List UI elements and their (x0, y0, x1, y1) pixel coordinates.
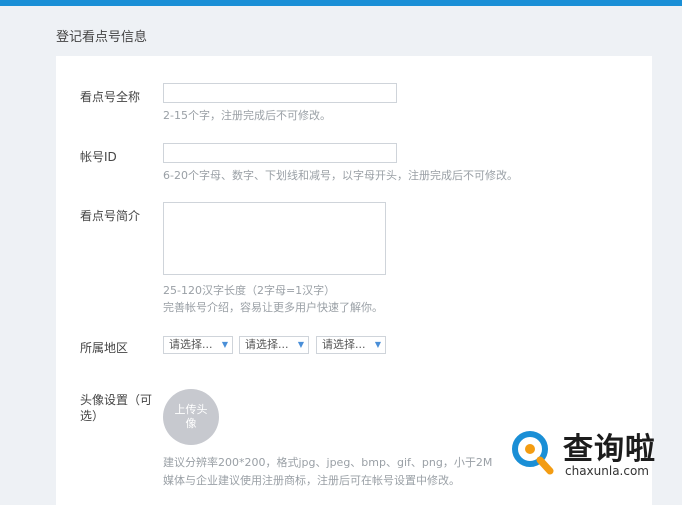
name-input[interactable] (163, 83, 397, 103)
page-title: 登记看点号信息 (56, 30, 148, 45)
intro-label: 看点号简介 (80, 209, 141, 223)
account-id-hint: 6-20个字母、数字、下划线和减号，以字母开头，注册完成后不可修改。 (163, 169, 518, 182)
intro-hint-tip: 完善帐号介绍，容易让更多用户快速了解你。 (163, 301, 383, 314)
upload-avatar-text-1: 上传头 (174, 403, 208, 416)
city-select[interactable]: 请选择... ▼ (239, 336, 309, 354)
chevron-down-icon: ▼ (297, 340, 304, 349)
region-label: 所属地区 (80, 341, 129, 355)
magnifier-logo-icon (506, 425, 560, 479)
district-select[interactable]: 请选择... ▼ (316, 336, 386, 354)
avatar-label-line-2: 选） (80, 409, 105, 423)
watermark-text: 查询啦 (563, 432, 656, 467)
avatar-hint-format: 建议分辨率200*200，格式jpg、jpeg、bmp、gif、png，小于2M (163, 456, 493, 469)
watermark-url: chaxunla.com (565, 464, 649, 478)
name-hint: 2-15个字，注册完成后不可修改。 (163, 109, 331, 122)
avatar-label: 头像设置（可 选） (80, 392, 152, 424)
province-select[interactable]: 请选择... ▼ (163, 336, 233, 354)
intro-hint-length: 25-120汉字长度（2字母=1汉字） (163, 284, 336, 297)
district-select-value: 请选择... (322, 338, 366, 351)
upload-avatar-text-2: 像 (185, 417, 197, 430)
name-label: 看点号全称 (80, 90, 141, 104)
avatar-hint-trademark: 媒体与企业建议使用注册商标，注册后可在帐号设置中修改。 (163, 474, 460, 487)
province-select-value: 请选择... (169, 338, 213, 351)
account-id-input[interactable] (163, 143, 397, 163)
chevron-down-icon: ▼ (221, 340, 228, 349)
intro-textarea[interactable] (163, 202, 386, 275)
city-select-value: 请选择... (245, 338, 289, 351)
watermark-logo: 查询啦 chaxunla.com (505, 418, 682, 488)
account-id-label: 帐号ID (80, 150, 117, 164)
upload-avatar-button[interactable]: 上传头 像 (163, 389, 219, 445)
chevron-down-icon: ▼ (374, 340, 381, 349)
avatar-label-line-1: 头像设置（可 (80, 393, 153, 407)
top-bar (0, 0, 682, 6)
